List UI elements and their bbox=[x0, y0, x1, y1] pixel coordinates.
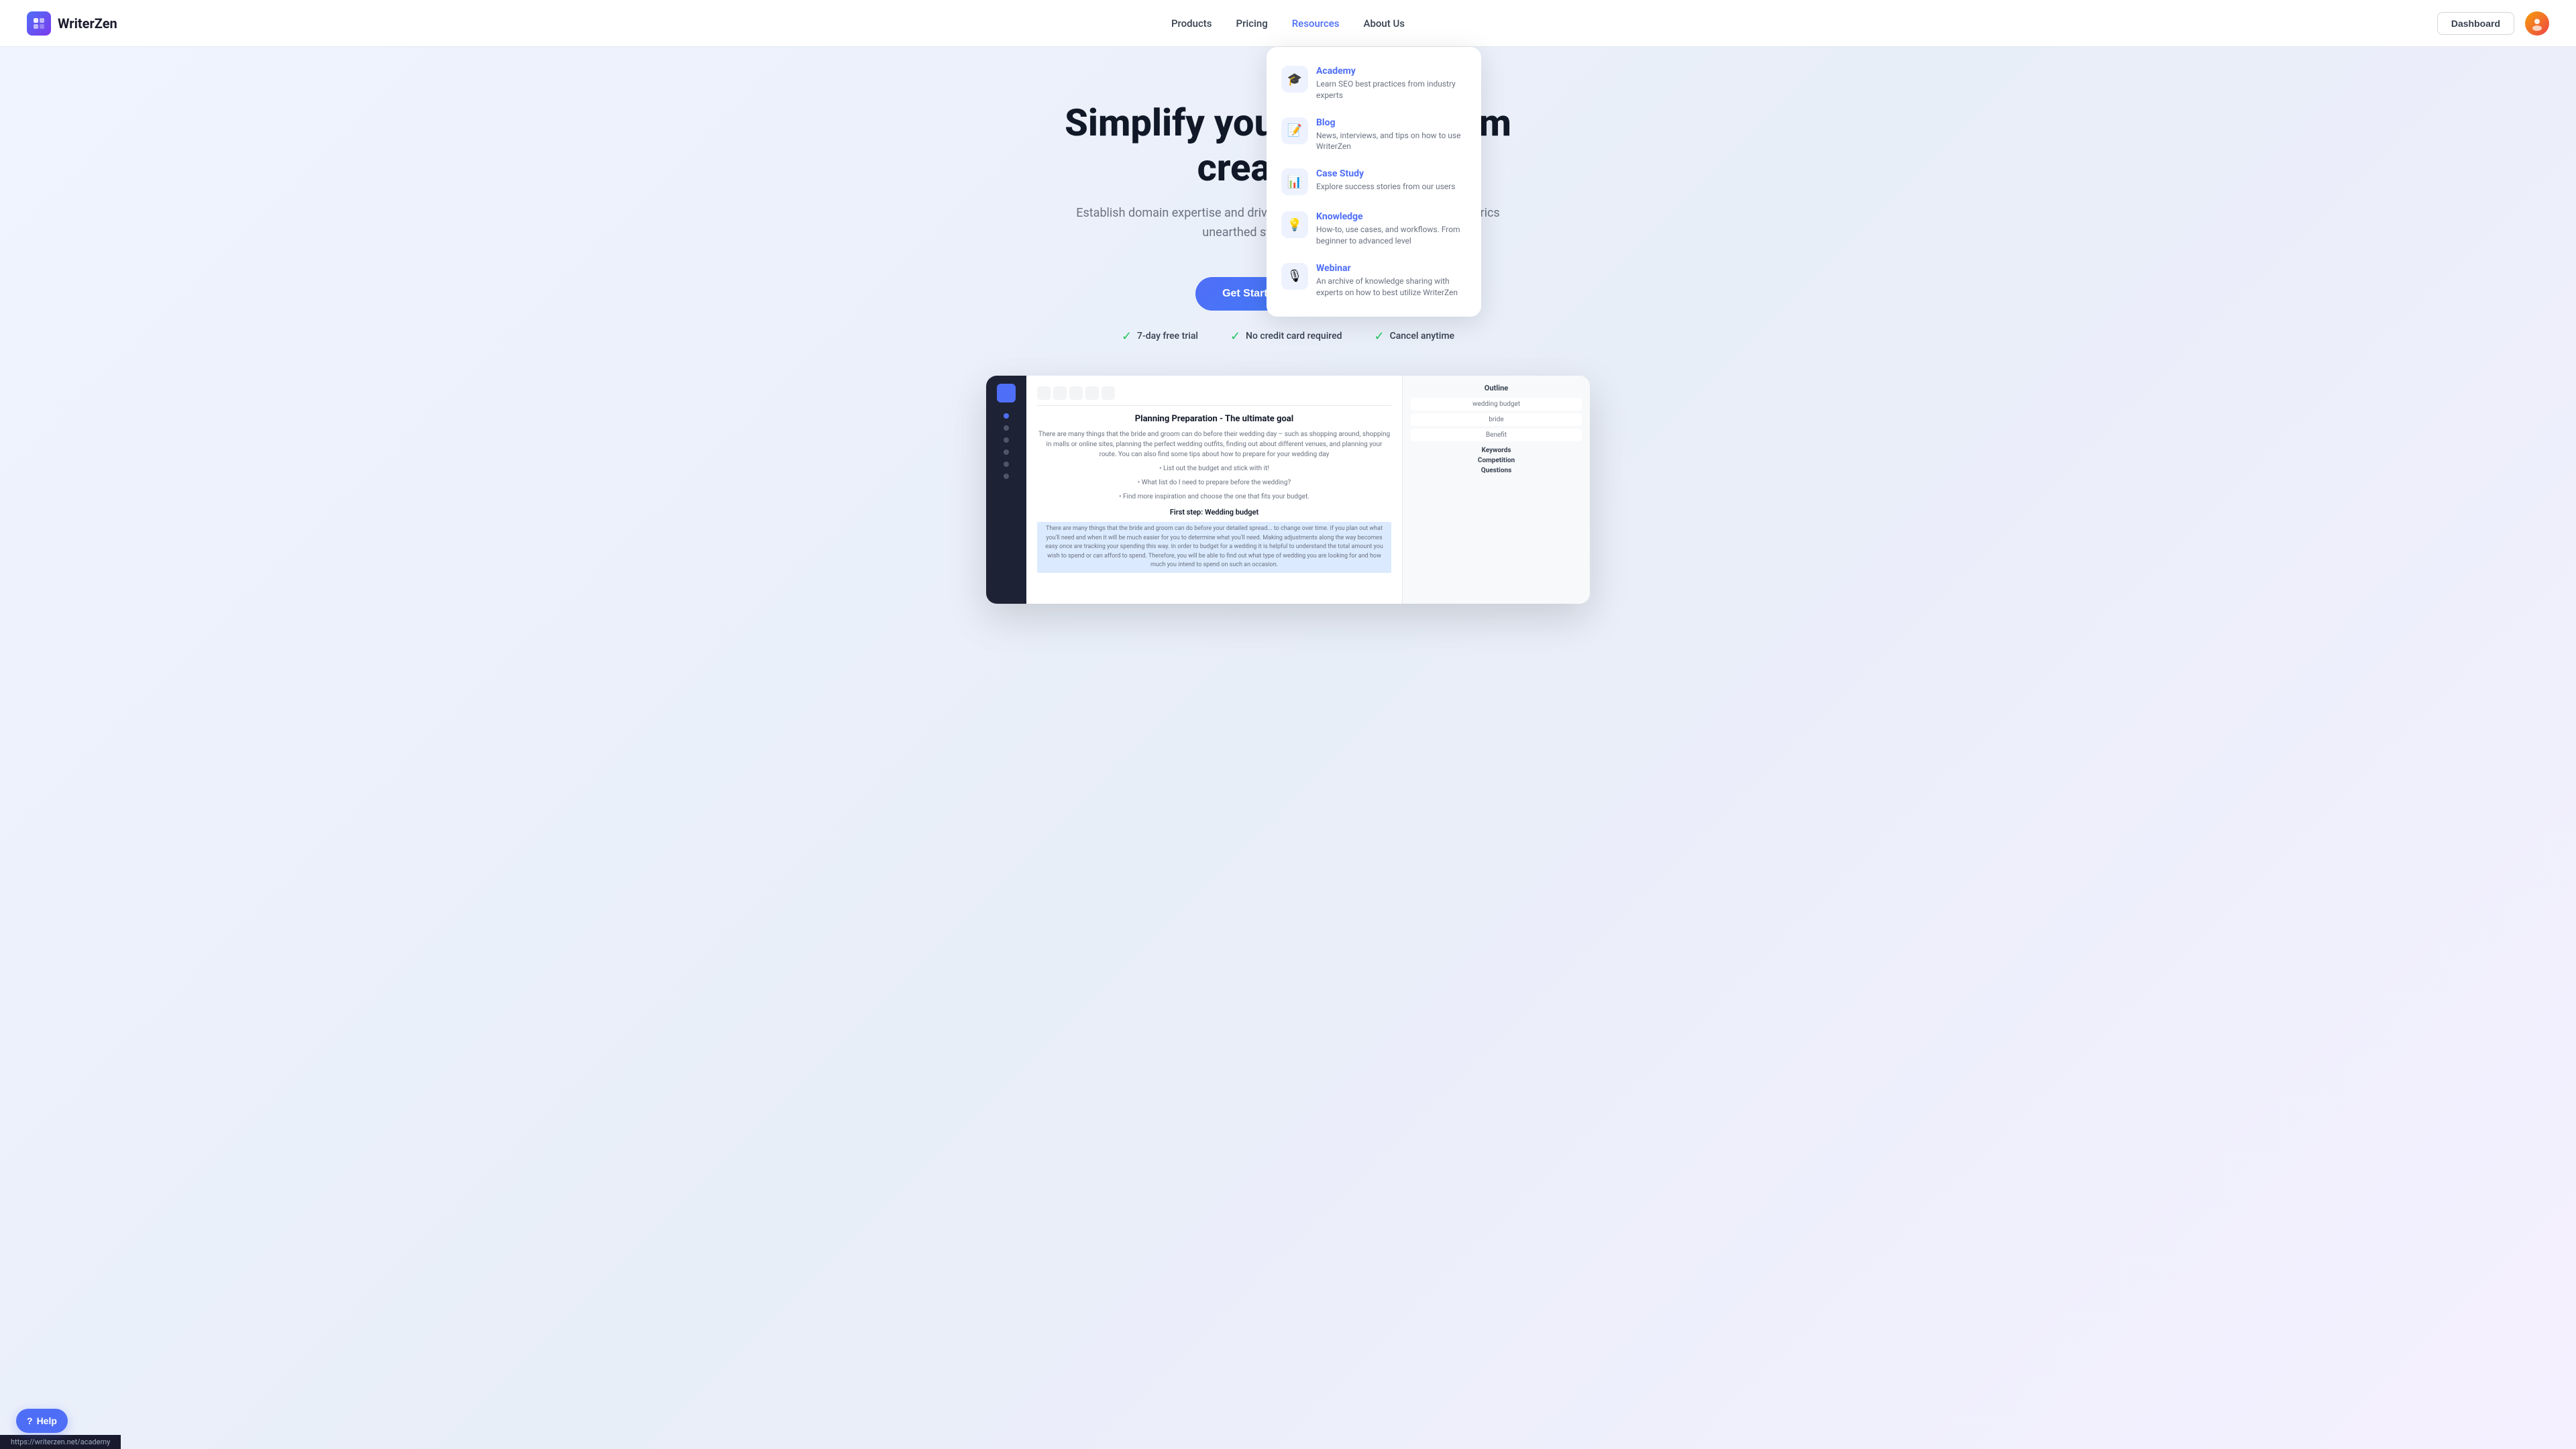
dropdown-item-blog[interactable]: 📝 Blog News, interviews, and tips on how… bbox=[1275, 109, 1473, 161]
navigation: WriterZen Products Pricing Resources Abo… bbox=[0, 0, 2576, 47]
webinar-title: Webinar bbox=[1316, 263, 1466, 274]
tool-3 bbox=[1069, 386, 1083, 400]
trust-credit-label: No credit card required bbox=[1246, 331, 1342, 341]
section-title: First step: Wedding budget bbox=[1037, 507, 1391, 519]
nav-about[interactable]: About Us bbox=[1364, 17, 1405, 30]
mockup-main: Planning Preparation - The ultimate goal… bbox=[1026, 376, 1402, 604]
webinar-icon: 🎙 bbox=[1281, 263, 1308, 290]
tool-2 bbox=[1053, 386, 1067, 400]
casestudy-icon: 📊 bbox=[1281, 168, 1308, 195]
nav-products[interactable]: Products bbox=[1171, 17, 1212, 30]
sidebar-dot-4 bbox=[1004, 449, 1009, 455]
outline-title: Outline bbox=[1411, 384, 1582, 392]
user-avatar[interactable] bbox=[2525, 11, 2549, 36]
trust-row: ✓ 7-day free trial ✓ No credit card requ… bbox=[27, 329, 2549, 343]
academy-text: Academy Learn SEO best practices from in… bbox=[1316, 66, 1466, 101]
sidebar-logo bbox=[997, 384, 1016, 402]
mockup-container: Planning Preparation - The ultimate goal… bbox=[986, 376, 1590, 604]
logo-area[interactable]: WriterZen bbox=[27, 11, 117, 36]
tool-1 bbox=[1037, 386, 1051, 400]
competition-label: Competition bbox=[1411, 457, 1582, 464]
outline-item-2: bride bbox=[1411, 413, 1582, 426]
casestudy-title: Case Study bbox=[1316, 168, 1455, 179]
casestudy-text: Case Study Explore success stories from … bbox=[1316, 168, 1455, 193]
resources-dropdown: 🎓 Academy Learn SEO best practices from … bbox=[1267, 47, 1481, 317]
questions-label: Questions bbox=[1411, 467, 1582, 474]
nav-resources[interactable]: Resources bbox=[1292, 17, 1340, 30]
nav-links: Products Pricing Resources About Us bbox=[1171, 17, 1405, 30]
doc-title: Planning Preparation - The ultimate goal bbox=[1037, 414, 1391, 424]
check-icon-cancel: ✓ bbox=[1374, 329, 1384, 343]
help-circle-icon: ? bbox=[27, 1415, 33, 1426]
dropdown-item-knowledge[interactable]: 💡 Knowledge How-to, use cases, and workf… bbox=[1275, 203, 1473, 255]
trust-trial: ✓ 7-day free trial bbox=[1122, 329, 1198, 343]
trust-cancel-label: Cancel anytime bbox=[1390, 331, 1454, 341]
dropdown-item-academy[interactable]: 🎓 Academy Learn SEO best practices from … bbox=[1275, 58, 1473, 109]
tool-4 bbox=[1085, 386, 1099, 400]
sidebar-dot-2 bbox=[1004, 425, 1009, 431]
nav-pricing[interactable]: Pricing bbox=[1236, 17, 1268, 30]
check-icon-trial: ✓ bbox=[1122, 329, 1132, 343]
doc-bullet1: • List out the budget and stick with it! bbox=[1037, 464, 1391, 474]
webinar-text: Webinar An archive of knowledge sharing … bbox=[1316, 263, 1466, 299]
sidebar-dot-6 bbox=[1004, 474, 1009, 479]
knowledge-icon: 💡 bbox=[1281, 211, 1308, 238]
trust-trial-label: 7-day free trial bbox=[1137, 331, 1198, 341]
trust-cancel: ✓ Cancel anytime bbox=[1374, 329, 1454, 343]
mockup-right-panel: Outline wedding budget bride Benefit Key… bbox=[1402, 376, 1590, 604]
doc-highlighted: There are many things that the bride and… bbox=[1037, 522, 1391, 573]
mockup-sidebar bbox=[986, 376, 1026, 604]
sidebar-dot-3 bbox=[1004, 437, 1009, 443]
knowledge-desc: How-to, use cases, and workflows. From b… bbox=[1316, 224, 1466, 247]
help-button[interactable]: ? Help bbox=[16, 1409, 68, 1433]
logo-icon bbox=[27, 11, 51, 36]
knowledge-text: Knowledge How-to, use cases, and workflo… bbox=[1316, 211, 1466, 247]
blog-desc: News, interviews, and tips on how to use… bbox=[1316, 130, 1466, 153]
blog-title: Blog bbox=[1316, 117, 1466, 128]
blog-icon: 📝 bbox=[1281, 117, 1308, 144]
doc-bullet3: • Find more inspiration and choose the o… bbox=[1037, 492, 1391, 502]
status-bar: https://writerzen.net/academy bbox=[0, 1435, 121, 1449]
nav-right: Dashboard bbox=[2437, 11, 2549, 36]
tool-5 bbox=[1102, 386, 1115, 400]
knowledge-title: Knowledge bbox=[1316, 211, 1466, 222]
status-url: https://writerzen.net/academy bbox=[11, 1438, 110, 1446]
webinar-desc: An archive of knowledge sharing with exp… bbox=[1316, 276, 1466, 299]
casestudy-desc: Explore success stories from our users bbox=[1316, 181, 1455, 193]
mockup-toolbar bbox=[1037, 386, 1391, 406]
help-label: Help bbox=[37, 1415, 57, 1426]
academy-desc: Learn SEO best practices from industry e… bbox=[1316, 78, 1466, 101]
trust-no-credit: ✓ No credit card required bbox=[1230, 329, 1342, 343]
doc-para1: There are many things that the bride and… bbox=[1037, 429, 1391, 460]
mockup-content: Planning Preparation - The ultimate goal… bbox=[1037, 414, 1391, 573]
sidebar-dot-5 bbox=[1004, 462, 1009, 467]
dashboard-button[interactable]: Dashboard bbox=[2437, 12, 2514, 35]
logo-text: WriterZen bbox=[58, 15, 117, 32]
outline-item-1: wedding budget bbox=[1411, 398, 1582, 411]
blog-text: Blog News, interviews, and tips on how t… bbox=[1316, 117, 1466, 153]
academy-icon: 🎓 bbox=[1281, 66, 1308, 93]
dropdown-item-casestudy[interactable]: 📊 Case Study Explore success stories fro… bbox=[1275, 160, 1473, 203]
outline-item-3: Benefit bbox=[1411, 429, 1582, 441]
keywords-label: Keywords bbox=[1411, 447, 1582, 454]
mockup-window: Planning Preparation - The ultimate goal… bbox=[986, 376, 1590, 604]
sidebar-dot-1 bbox=[1004, 413, 1009, 419]
doc-bullet2: • What list do I need to prepare before … bbox=[1037, 478, 1391, 488]
check-icon-credit: ✓ bbox=[1230, 329, 1240, 343]
academy-title: Academy bbox=[1316, 66, 1466, 76]
dropdown-item-webinar[interactable]: 🎙 Webinar An archive of knowledge sharin… bbox=[1275, 255, 1473, 307]
keywords-section: Keywords Competition Questions bbox=[1411, 447, 1582, 474]
